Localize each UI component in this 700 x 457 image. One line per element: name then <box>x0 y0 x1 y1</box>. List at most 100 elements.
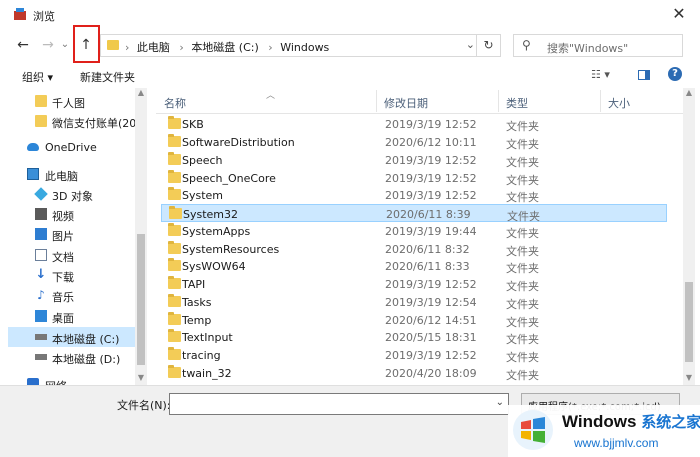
folder-icon <box>168 134 181 147</box>
document-icon <box>35 249 47 261</box>
file-name: SystemResources <box>182 243 280 256</box>
scrollbar-thumb[interactable] <box>685 282 693 362</box>
sidebar-item-desktop[interactable]: 桌面 <box>8 306 136 326</box>
search-box[interactable]: ⚲ 搜索"Windows" <box>513 34 683 57</box>
column-divider[interactable] <box>498 90 499 112</box>
file-modified: 2019/3/19 12:52 <box>385 172 477 185</box>
file-row[interactable]: SystemApps 2019/3/19 19:44 文件夹 <box>161 222 667 240</box>
help-button[interactable]: ? <box>668 67 682 81</box>
dialog-bottom-strip <box>0 440 508 457</box>
file-row[interactable]: TAPI 2019/3/19 12:52 文件夹 <box>161 275 667 293</box>
file-name: tracing <box>182 349 221 362</box>
address-bar[interactable]: › 此电脑 › 本地磁盘 (C:) › Windows ⌄ ↻ <box>100 34 501 57</box>
refresh-button[interactable]: ↻ <box>476 35 500 56</box>
chevron-down-icon[interactable]: ⌄ <box>496 397 504 408</box>
file-row[interactable]: TextInput 2020/5/15 18:31 文件夹 <box>161 328 667 346</box>
file-list: ︿ 名称 修改日期 类型 大小 SKB 2019/3/19 12:52 文件夹 … <box>156 88 683 385</box>
sidebar-item-drive-c[interactable]: 本地磁盘 (C:) <box>8 327 136 347</box>
file-row[interactable]: SoftwareDistribution 2020/6/12 10:11 文件夹 <box>161 133 667 151</box>
folder-icon <box>168 170 181 183</box>
scroll-down-icon[interactable]: ▼ <box>683 373 695 385</box>
file-row[interactable]: tracing 2019/3/19 12:52 文件夹 <box>161 346 667 364</box>
file-modified: 2020/6/11 8:39 <box>386 208 471 221</box>
column-header-size[interactable]: 大小 <box>608 95 630 111</box>
scroll-down-icon[interactable]: ▼ <box>135 373 147 385</box>
watermark-brand-cn: 系统之家 <box>641 414 700 431</box>
sidebar-item-label: 本地磁盘 (C:) <box>52 333 120 346</box>
recent-locations-button[interactable]: ⌄ <box>58 34 72 56</box>
sidebar-item-this-pc[interactable]: 此电脑 <box>8 164 136 184</box>
watermark-brand-text: Windows <box>562 412 637 431</box>
file-modified: 2020/4/20 18:09 <box>385 367 477 380</box>
file-row[interactable]: Temp 2020/6/12 14:51 文件夹 <box>161 311 667 329</box>
folder-icon <box>168 223 181 236</box>
file-row[interactable]: Speech 2019/3/19 12:52 文件夹 <box>161 151 667 169</box>
computer-icon <box>27 168 39 180</box>
sidebar-item[interactable]: 微信支付账单(202 <box>8 111 143 131</box>
scroll-up-icon[interactable]: ▲ <box>683 88 695 100</box>
column-divider[interactable] <box>376 90 377 112</box>
sidebar-item-label: 此电脑 <box>45 170 78 183</box>
view-options-button[interactable]: ☷ ▾ <box>591 68 610 81</box>
folder-icon <box>168 312 181 325</box>
column-header-type[interactable]: 类型 <box>506 95 528 111</box>
scrollbar-thumb[interactable] <box>137 234 145 365</box>
breadcrumb-item[interactable]: 本地磁盘 (C:) <box>191 41 258 54</box>
file-type: 文件夹 <box>506 138 539 151</box>
close-button[interactable]: ✕ <box>668 4 690 26</box>
file-row[interactable]: Tasks 2019/3/19 12:54 文件夹 <box>161 293 667 311</box>
sidebar-item-music[interactable]: ♪ 音乐 <box>8 285 136 305</box>
breadcrumb-item[interactable]: Windows <box>280 41 329 54</box>
file-modified: 2019/3/19 12:52 <box>385 189 477 202</box>
file-row[interactable]: SysWOW64 2020/6/11 8:33 文件夹 <box>161 257 667 275</box>
new-folder-button[interactable]: 新建文件夹 <box>80 69 135 85</box>
windows-logo-icon <box>513 410 553 450</box>
sidebar-item-network[interactable]: 网络 <box>8 374 136 385</box>
folder-icon <box>169 206 182 219</box>
back-button[interactable]: ← <box>12 34 34 56</box>
file-row[interactable]: SKB 2019/3/19 12:52 文件夹 <box>161 115 667 133</box>
folder-icon <box>168 329 181 342</box>
column-divider[interactable] <box>600 90 601 112</box>
preview-pane-icon[interactable] <box>638 70 650 80</box>
breadcrumb-item[interactable]: 此电脑 <box>137 41 170 54</box>
filename-input[interactable]: ⌄ <box>169 393 509 415</box>
sidebar-item-documents[interactable]: 文档 <box>8 245 136 265</box>
sidebar-item[interactable]: 千人图 <box>8 91 136 111</box>
forward-button[interactable]: → <box>37 34 59 56</box>
file-row[interactable]: Speech_OneCore 2019/3/19 12:52 文件夹 <box>161 169 667 187</box>
file-row[interactable]: twain_32 2020/4/20 18:09 文件夹 <box>161 364 667 382</box>
file-name: SysWOW64 <box>182 260 246 273</box>
column-header-name[interactable]: 名称 <box>164 95 186 111</box>
picture-icon <box>35 228 47 240</box>
sidebar-item-videos[interactable]: 视频 <box>8 204 136 224</box>
file-modified: 2019/3/19 12:52 <box>385 154 477 167</box>
file-list-scrollbar[interactable]: ▲ ▼ <box>683 88 695 385</box>
file-type: 文件夹 <box>506 156 539 169</box>
sidebar-item-label: 网络 <box>45 378 67 385</box>
column-header-modified[interactable]: 修改日期 <box>384 95 428 111</box>
sidebar-item-3d-objects[interactable]: 3D 对象 <box>8 184 136 204</box>
sidebar-item-drive-d[interactable]: 本地磁盘 (D:) <box>8 347 136 367</box>
cube-icon <box>34 187 48 201</box>
sidebar-item-pictures[interactable]: 图片 <box>8 224 136 244</box>
sidebar-scrollbar[interactable]: ▲ ▼ <box>135 88 147 385</box>
file-row-selected[interactable]: System32 2020/6/11 8:39 文件夹 <box>161 204 667 223</box>
download-icon: ↓ <box>35 267 47 282</box>
file-row[interactable]: SystemResources 2020/6/11 8:32 文件夹 <box>161 240 667 258</box>
file-name: System <box>182 189 224 202</box>
sidebar-item-onedrive[interactable]: OneDrive <box>8 137 136 157</box>
file-type: 文件夹 <box>506 280 539 293</box>
sidebar-item-label: 千人图 <box>52 97 85 110</box>
folder-icon <box>168 116 181 129</box>
chevron-down-icon[interactable]: ⌄ <box>466 38 475 51</box>
organize-button[interactable]: 组织 ▾ <box>22 69 53 85</box>
folder-icon <box>168 241 181 254</box>
file-row[interactable]: System 2019/3/19 12:52 文件夹 <box>161 186 667 204</box>
scroll-up-icon[interactable]: ▲ <box>135 88 147 100</box>
cloud-icon <box>27 143 39 151</box>
folder-icon <box>168 258 181 271</box>
sidebar-item-downloads[interactable]: ↓ 下载 <box>8 265 136 285</box>
search-input[interactable]: 搜索"Windows" <box>547 40 628 56</box>
watermark: Windows 系统之家 www.bjjmlv.com <box>508 405 700 457</box>
